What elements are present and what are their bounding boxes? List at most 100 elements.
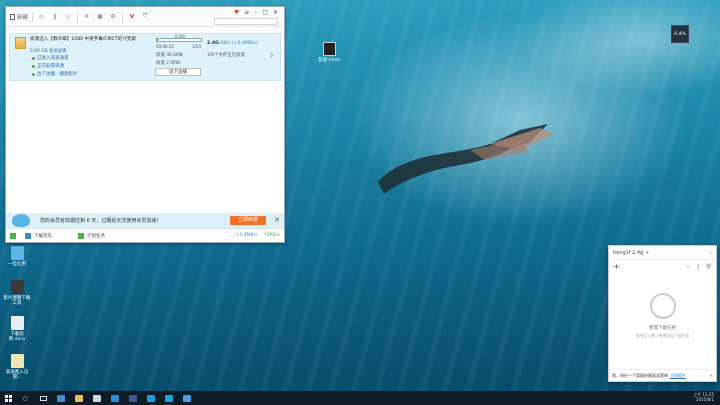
new-task-button[interactable]: 新建	[10, 11, 28, 23]
status-dot-icon	[32, 64, 35, 68]
search-button[interactable]: ○	[16, 391, 34, 405]
system-tray[interactable]: 上午 11:25 2015/8/1	[693, 392, 714, 402]
panel-footer: 哦，現在一下電腦的畫面清楚嗎 立即提升 ✕	[609, 369, 716, 381]
vip-button[interactable]: V	[127, 11, 137, 23]
empty-subtitle: 拖曳至上傳 / 拖拽添加下載任務	[635, 333, 690, 338]
explorer-icon	[75, 394, 83, 402]
desktop-icon-1[interactable]: 一些应用	[2, 246, 32, 267]
desktop-icon-4[interactable]: 高速進入迅雷...	[2, 354, 32, 380]
taskbar-app-ie[interactable]	[106, 391, 124, 405]
download-first-icon	[25, 232, 31, 239]
speed-extra: (+0.4MB/s)	[231, 41, 258, 46]
renew-button[interactable]: 立即续费	[230, 216, 266, 225]
back-icon[interactable]	[10, 232, 16, 239]
desktop-icon-2[interactable]: 影片瀏覽下載工具	[2, 280, 32, 306]
heart-icon[interactable]: ♥	[234, 9, 239, 16]
maximize-icon[interactable]: □	[262, 9, 268, 16]
windows-icon	[4, 394, 12, 402]
clapper-icon	[10, 280, 24, 294]
menu-icon[interactable]: ≡	[244, 9, 249, 16]
shield-icon: ⛉	[142, 13, 148, 19]
close-icon[interactable]: ✕	[273, 9, 278, 16]
taskbar-app-skype[interactable]	[160, 391, 178, 405]
close-banner-icon[interactable]: ✕	[274, 216, 280, 224]
taskbar-app-store[interactable]	[88, 391, 106, 405]
footer-text: 哦，現在一下電腦的畫面清楚嗎	[612, 372, 668, 378]
desktop-icon-3[interactable]: 下載說明.docx	[2, 316, 32, 342]
add-icon[interactable]: +	[613, 262, 620, 271]
grid-icon: ▦	[97, 13, 103, 20]
vip-message: 您的会员有效期还剩 6 天，过期后无法使用会员加速！	[40, 218, 162, 224]
play-while-download-button[interactable]: 边下边播	[155, 68, 201, 76]
status-dot-icon	[32, 56, 35, 60]
grid-view-button[interactable]: ▦	[95, 11, 105, 23]
task-view-icon	[39, 395, 47, 401]
taskbar-app-thunder[interactable]	[178, 391, 196, 405]
progress-time: 00:00:15	[156, 44, 174, 49]
task-status-line[interactable]: 边下边播 - 播放影片	[32, 71, 77, 77]
gear-icon: ⚙	[110, 13, 116, 20]
shield-button[interactable]: ⛉	[140, 11, 150, 23]
start-button[interactable]	[0, 391, 16, 405]
task-status-text: 已进入高速通道	[37, 56, 69, 61]
task-name: 高清迅入【翡冷翠】1080 中英字幕/CMCT的汁克斯	[30, 37, 136, 42]
accel-label: 加速	[156, 53, 165, 58]
calendar-icon	[78, 232, 84, 239]
up-speed: ↑0KB/s	[263, 233, 280, 238]
info-button[interactable]: ⓘ	[63, 11, 73, 23]
taskbar-app-edge[interactable]	[52, 391, 70, 405]
app-blue-icon	[147, 394, 155, 402]
status-bar: 下载优先 计划任务 ↓2.4MB/s ↑0KB/s	[6, 228, 284, 242]
accel-value: 2.5MB	[166, 61, 180, 66]
taskbar-app-facebook[interactable]	[124, 391, 142, 405]
toolbar-divider	[32, 11, 34, 22]
play-icon[interactable]: ▷	[687, 264, 691, 270]
task-row[interactable]: 高清迅入【翡冷翠】1080 中英字幕/CMCT的汁克斯 0.00 GB 会员加速…	[9, 33, 281, 81]
panel-toolbar: + ▷ ‖ 🗑	[609, 260, 716, 273]
desktop-file-icon[interactable]: 型號.rmvb	[314, 42, 344, 63]
minimize-icon[interactable]: –	[710, 250, 713, 256]
accel-value: 36.6MB	[166, 53, 183, 58]
vip-icon: V	[129, 13, 135, 20]
clock-date: 2015/8/1	[696, 397, 714, 402]
settings-button[interactable]: ⚙	[108, 11, 118, 23]
task-size: 0.00 GB 会员加速	[30, 49, 67, 54]
toolbar-divider	[77, 11, 79, 22]
taskbar-app-explorer[interactable]	[70, 391, 88, 405]
delete-button[interactable]: ✕	[82, 11, 92, 23]
close-icon[interactable]: ✕	[710, 373, 713, 378]
vip-expiry-banner: 您的会员有效期还剩 6 天，过期后无法使用会员加速！ 立即续费 ✕	[6, 213, 284, 228]
pause-icon[interactable]: ‖	[697, 264, 700, 270]
document-icon	[10, 316, 24, 330]
status-dot-icon	[32, 72, 35, 76]
download-speed: 2.4G KB/s (+0.4MB/s)	[207, 41, 258, 46]
facebook-icon	[129, 394, 137, 402]
dropdown-icon[interactable]: ▾	[646, 250, 649, 256]
info-icon: ⓘ	[65, 14, 71, 21]
desktop-icon-label: 高速進入迅雷...	[5, 370, 29, 380]
speed-value: 2.4G	[207, 41, 219, 46]
pause-icon: ‖	[53, 13, 57, 20]
taskbar: ○ 上午 11:25 2015/8/1	[0, 391, 720, 405]
delete-icon[interactable]: 🗑	[706, 264, 712, 270]
chevron-right-icon[interactable]: ›	[269, 48, 274, 62]
pause-button[interactable]: ‖	[50, 11, 60, 23]
accel-line-1: 加速 36.6MB	[156, 52, 183, 58]
start-button[interactable]: ▷	[37, 11, 47, 23]
task-status-line: 正在取得资源	[32, 63, 64, 69]
toolbar: 新建 ▷ ‖ ⓘ ✕ ▦ ⚙ V ⛉ ♥ ≡ – □ ✕	[6, 7, 284, 27]
download-first-toggle[interactable]: 下载优先	[34, 233, 52, 239]
minimize-icon[interactable]: –	[254, 9, 257, 16]
speed-gauge-widget[interactable]: 0.4%	[671, 25, 689, 43]
desktop-icon-label: 下載說明.docx	[8, 332, 26, 342]
mascot-icon	[6, 213, 36, 228]
taskbar-app-app-blue[interactable]	[142, 391, 160, 405]
scheduled-task-toggle[interactable]: 计划任务	[87, 233, 105, 239]
wifi-icon	[649, 293, 676, 319]
search-input[interactable]	[214, 18, 278, 25]
empty-state: 暫無下載任務 拖曳至上傳 / 拖拽添加下載任務	[609, 293, 716, 339]
task-view-button[interactable]	[34, 391, 52, 405]
footer-link[interactable]: 立即提升	[670, 373, 686, 379]
task-status-link[interactable]: 边下边播 - 播放影片	[37, 71, 77, 77]
mini-download-panel: hong1f 2.4g ▾ – + ▷ ‖ 🗑 暫無下載任務 拖曳至上傳 / 拖…	[608, 245, 717, 382]
